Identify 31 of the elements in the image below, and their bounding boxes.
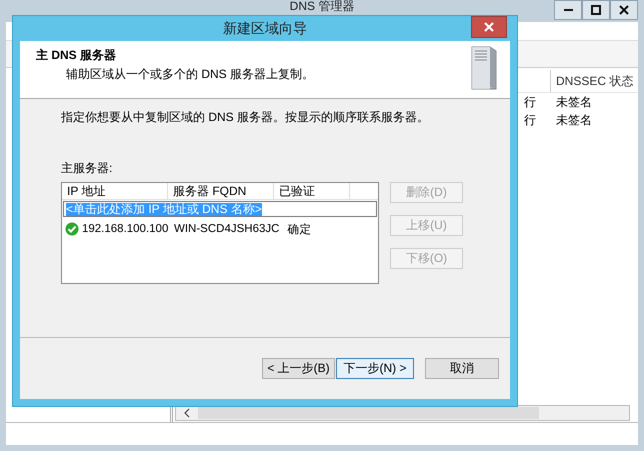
table-cell-text: 确定 — [286, 222, 312, 236]
table-cell: 行 — [524, 112, 536, 128]
table-cell-text: 192.168.100.100 — [81, 223, 170, 235]
list-label: 主服务器: — [61, 160, 112, 177]
wizard-button[interactable]: 下一步(N) > — [336, 358, 414, 379]
close-icon — [619, 5, 629, 15]
dialog-title: 新建区域向导 — [223, 20, 307, 38]
column-header[interactable]: IP 地址 — [62, 183, 168, 199]
instruction-text: 指定你想要从中复制区域的 DNS 服务器。按显示的顺序联系服务器。 — [61, 109, 430, 126]
table-cell: 行 — [524, 94, 536, 110]
table-cell-text: 未签名 — [555, 94, 593, 110]
window-title: DNS 管理器 — [290, 0, 354, 13]
page-subtitle: 辅助区域从一个或多个的 DNS 服务器上复制。 — [66, 66, 314, 83]
maximize-button[interactable] — [582, 0, 610, 20]
server-icon — [472, 46, 496, 90]
table-cell-text: WIN-SCD4JSH63JC — [173, 223, 280, 235]
column-header[interactable]: 服务器 FQDN — [168, 183, 274, 199]
close-icon — [484, 22, 494, 32]
close-button[interactable] — [610, 0, 638, 20]
page-title: 主 DNS 服务器 — [36, 47, 116, 64]
column-header[interactable]: DNSSEC 状态 — [550, 70, 638, 92]
horizontal-scrollbar[interactable] — [175, 405, 630, 421]
minimize-icon — [564, 9, 572, 11]
column-header[interactable]: 已验证 — [274, 183, 350, 199]
wizard-button[interactable]: 取消 — [425, 358, 499, 379]
check-icon — [65, 222, 79, 236]
wizard-button[interactable]: < 上一步(B) — [262, 358, 335, 379]
maximize-icon — [591, 5, 601, 15]
close-button[interactable] — [471, 16, 507, 38]
table-cell-text: 未签名 — [555, 112, 593, 128]
minimize-button[interactable] — [554, 0, 582, 20]
